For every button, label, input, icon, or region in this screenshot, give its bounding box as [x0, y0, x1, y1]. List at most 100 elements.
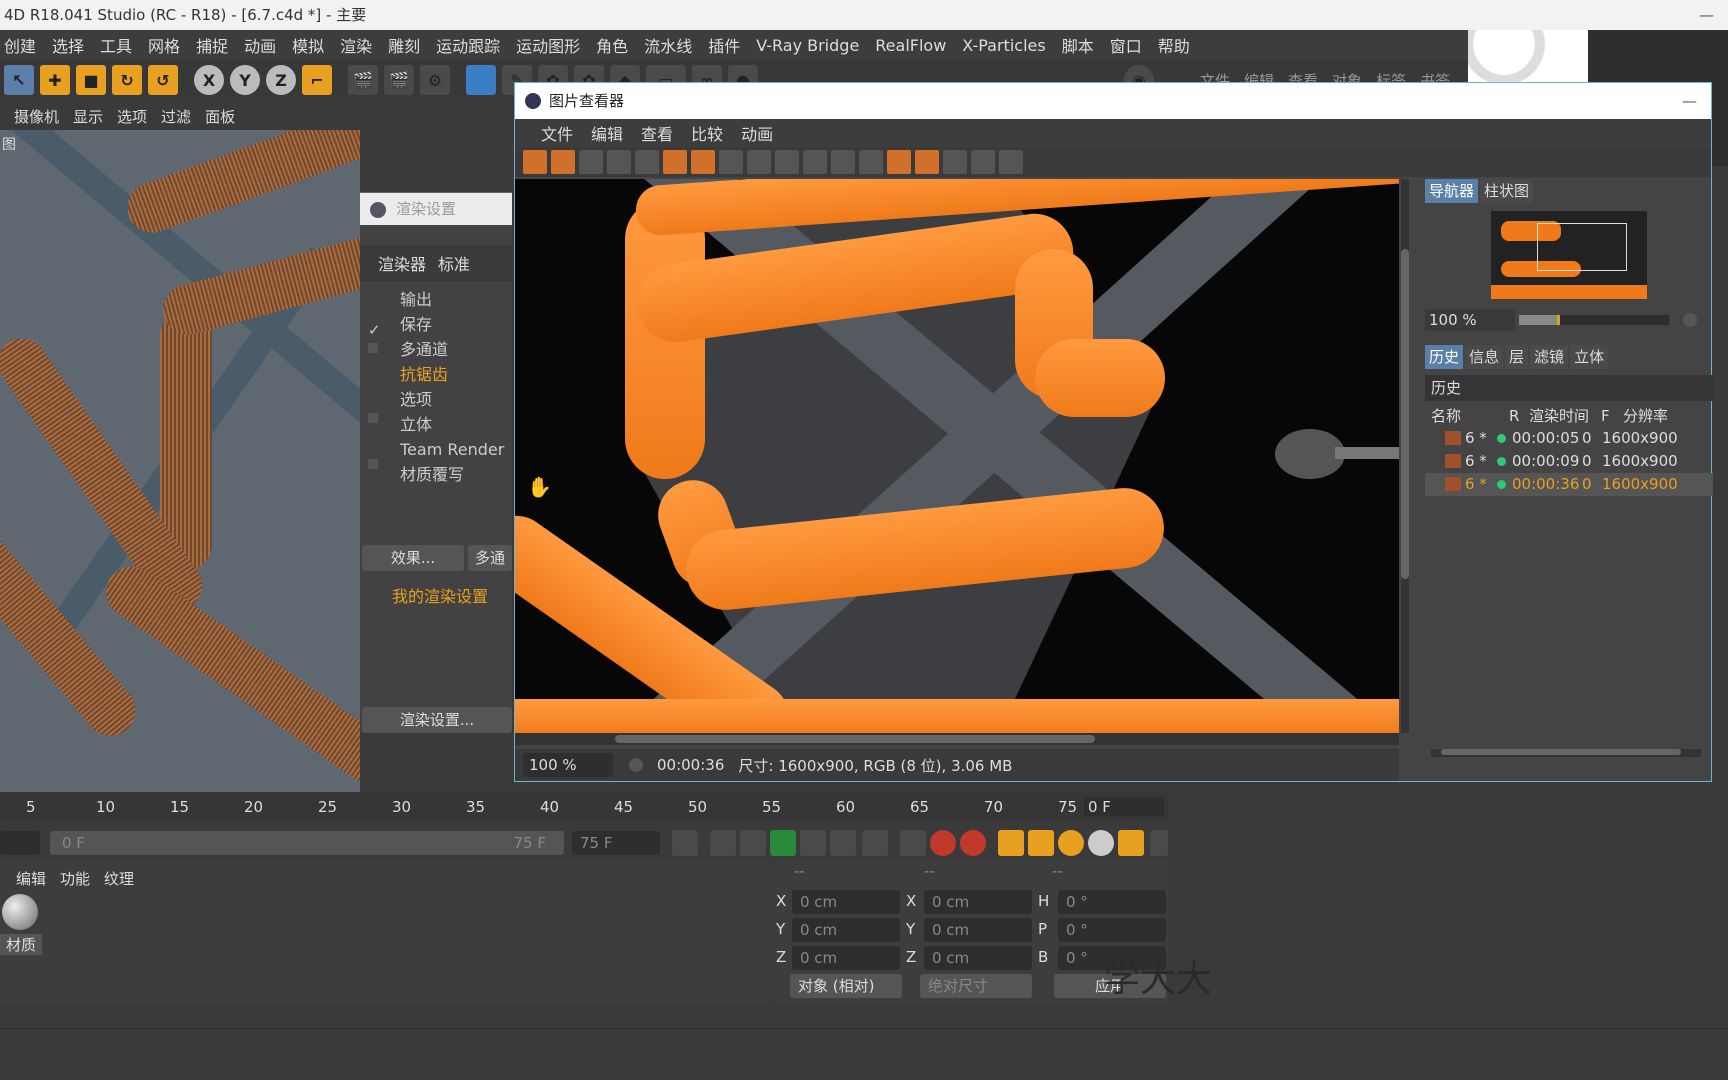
- tab-layer[interactable]: 层: [1505, 345, 1529, 369]
- rs-item-team-render[interactable]: Team Render: [400, 437, 512, 462]
- color-icon[interactable]: [775, 150, 799, 174]
- end-frame-field[interactable]: 75 F: [572, 831, 660, 855]
- keyframe-selection-icon[interactable]: [960, 830, 986, 856]
- open-icon[interactable]: [523, 150, 547, 174]
- minimize-button[interactable]: —: [1699, 0, 1714, 30]
- set-b-icon[interactable]: [915, 150, 939, 174]
- edit-render-settings-icon[interactable]: ⚙: [420, 65, 450, 95]
- history-row-selected[interactable]: 6 * 00:00:36 0 1600x900: [1425, 473, 1713, 496]
- viewer-horizontal-scrollbar[interactable]: [515, 733, 1399, 745]
- compare-ab-icon[interactable]: [803, 150, 827, 174]
- record-active-icon[interactable]: [900, 830, 926, 856]
- render-icon[interactable]: [663, 150, 687, 174]
- preset-my-render-settings[interactable]: 我的渲染设置: [392, 583, 488, 607]
- col-r[interactable]: R: [1509, 405, 1529, 427]
- position-x-field[interactable]: 0 cm: [792, 890, 900, 914]
- size-mode-select[interactable]: 绝对尺寸: [920, 974, 1032, 998]
- move-icon[interactable]: ✚: [40, 65, 70, 95]
- region-icon[interactable]: [607, 150, 631, 174]
- navigator-zoom-slider[interactable]: [1519, 315, 1669, 325]
- display-icon[interactable]: [719, 150, 743, 174]
- viewer-minimize-button[interactable]: —: [1682, 83, 1697, 119]
- renderer-dropdown[interactable]: 标准: [438, 251, 470, 275]
- render-settings-button[interactable]: 渲染设置...: [362, 707, 512, 733]
- save-checkbox-icon[interactable]: ✓: [368, 321, 381, 339]
- play-forward-icon[interactable]: [770, 830, 796, 856]
- previous-frame-icon[interactable]: [740, 830, 766, 856]
- size-z-field[interactable]: 0 cm: [924, 946, 1032, 970]
- history-scrollbar[interactable]: [1431, 749, 1701, 757]
- stereo-icon[interactable]: [999, 150, 1023, 174]
- user-icon[interactable]: [635, 150, 659, 174]
- viewport-menu-camera[interactable]: 摄像机: [14, 106, 59, 127]
- position-y-field[interactable]: 0 cm: [792, 918, 900, 942]
- set-a-icon[interactable]: [887, 150, 911, 174]
- history-row[interactable]: 6 * 00:00:09 0 1600x900: [1425, 450, 1713, 473]
- key-rotation-icon[interactable]: [1058, 830, 1084, 856]
- next-frame-icon[interactable]: [800, 830, 826, 856]
- key-scale-icon[interactable]: [1028, 830, 1054, 856]
- menu-plugins[interactable]: 插件: [708, 33, 740, 57]
- viewer-menu-file[interactable]: 文件: [541, 121, 573, 145]
- y-axis-button[interactable]: Y: [230, 65, 260, 95]
- viewport-menu-panel[interactable]: 面板: [205, 106, 235, 127]
- rs-item-options[interactable]: 选项: [400, 387, 512, 412]
- menu-character[interactable]: 角色: [596, 33, 628, 57]
- menu-help[interactable]: 帮助: [1158, 33, 1190, 57]
- effects-button[interactable]: 效果...: [362, 545, 464, 571]
- material-menu-function[interactable]: 功能: [60, 868, 90, 889]
- menu-xparticles[interactable]: X-Particles: [962, 36, 1045, 55]
- col-resolution[interactable]: 分辨率: [1623, 405, 1668, 427]
- col-render-time[interactable]: 渲染时间: [1529, 405, 1601, 427]
- menu-create[interactable]: 创建: [4, 33, 36, 57]
- menu-pipeline[interactable]: 流水线: [644, 33, 692, 57]
- scale-icon[interactable]: ■: [76, 65, 106, 95]
- rs-item-output[interactable]: 输出: [400, 287, 512, 312]
- tab-info[interactable]: 信息: [1465, 345, 1504, 369]
- viewer-menu-view[interactable]: 查看: [641, 121, 673, 145]
- current-frame-field[interactable]: 0 F: [1084, 798, 1164, 816]
- grid-icon[interactable]: [579, 150, 603, 174]
- menu-tools[interactable]: 工具: [100, 33, 132, 57]
- menu-motion-tracking[interactable]: 运动跟踪: [436, 33, 500, 57]
- menu-simulate[interactable]: 模拟: [292, 33, 324, 57]
- position-z-field[interactable]: 0 cm: [792, 946, 900, 970]
- key-position-icon[interactable]: [998, 830, 1024, 856]
- frame-field-left[interactable]: [0, 831, 40, 855]
- tab-navigator[interactable]: 导航器: [1425, 179, 1479, 203]
- z-axis-button[interactable]: Z: [266, 65, 296, 95]
- tab-histogram[interactable]: 柱状图: [1480, 179, 1534, 203]
- next-key-icon[interactable]: [830, 830, 856, 856]
- rs-item-save[interactable]: 保存: [400, 312, 512, 337]
- key-parameter-icon[interactable]: [1088, 830, 1114, 856]
- filter-icon[interactable]: [747, 150, 771, 174]
- menu-realflow[interactable]: RealFlow: [875, 36, 946, 55]
- key-pla-icon[interactable]: [1118, 830, 1144, 856]
- render-view-icon[interactable]: 🎬: [348, 65, 378, 95]
- viewer-menu-edit[interactable]: 编辑: [591, 121, 623, 145]
- auto-key-icon[interactable]: [930, 830, 956, 856]
- tab-stereo[interactable]: 立体: [1570, 345, 1609, 369]
- rotate-icon[interactable]: ↻: [112, 65, 142, 95]
- previous-key-icon[interactable]: [710, 830, 736, 856]
- cube-icon[interactable]: [466, 65, 496, 95]
- timeline-ruler[interactable]: 5 10 15 20 25 30 35 40 45 50 55 60 65 70…: [0, 792, 1168, 822]
- menu-script[interactable]: 脚本: [1062, 33, 1094, 57]
- viewport-menu-filter[interactable]: 过滤: [161, 106, 191, 127]
- rs-item-multipass[interactable]: 多通道: [400, 337, 512, 362]
- menu-animate[interactable]: 动画: [244, 33, 276, 57]
- navigator-zoom-field[interactable]: 100 %: [1425, 309, 1515, 331]
- menu-mesh[interactable]: 网格: [148, 33, 180, 57]
- multipass-button[interactable]: 多通: [468, 545, 512, 571]
- rs-item-stereo[interactable]: 立体: [400, 412, 512, 437]
- material-menu-texture[interactable]: 纹理: [104, 868, 134, 889]
- channel-icon[interactable]: [971, 150, 995, 174]
- navigator-thumbnail[interactable]: [1491, 211, 1647, 299]
- viewport-menu-display[interactable]: 显示: [73, 106, 103, 127]
- stop-render-icon[interactable]: [691, 150, 715, 174]
- go-to-end-icon[interactable]: [862, 830, 888, 856]
- save-icon[interactable]: [551, 150, 575, 174]
- zoom-step-icon[interactable]: [1683, 313, 1697, 327]
- viewer-zoom-field[interactable]: 100 %: [523, 753, 613, 777]
- multipass-checkbox[interactable]: [368, 343, 378, 353]
